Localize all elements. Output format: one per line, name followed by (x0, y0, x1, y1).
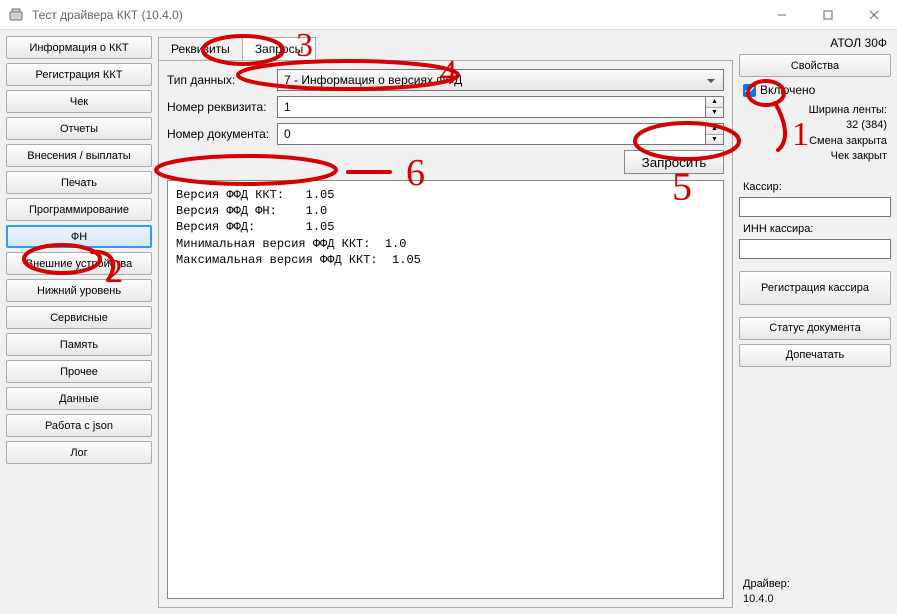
cashier-label: Кассир: (739, 179, 891, 193)
sidebar: Информация о ККТ Регистрация ККТ Чек Отчеты… (6, 36, 152, 608)
register-cashier-button[interactable]: Регистрация кассира (739, 271, 891, 305)
tab-body: Тип данных: 7 - Информация о версиях ФФД… (158, 60, 733, 608)
shift-status: Смена закрыта (739, 134, 887, 149)
sidebar-item-7[interactable]: ФН (6, 225, 152, 248)
sidebar-item-14[interactable]: Работа с json (6, 414, 152, 437)
driver-version: 10.4.0 (743, 592, 887, 606)
output-area: Версия ФФД ККТ: 1.05 Версия ФФД ФН: 1.0 … (167, 180, 724, 599)
receipt-status: Чек закрыт (739, 149, 887, 164)
data-type-select[interactable]: 7 - Информация о версиях ФФД (277, 69, 724, 91)
requisite-number-label: Номер реквизита: (167, 100, 271, 114)
sidebar-item-4[interactable]: Внесения / выплаты (6, 144, 152, 167)
sidebar-item-8[interactable]: Внешние устройства (6, 252, 152, 275)
enabled-label: Включено (760, 83, 815, 97)
sidebar-item-5[interactable]: Печать (6, 171, 152, 194)
app-icon (6, 5, 26, 25)
sidebar-item-2[interactable]: Чек (6, 90, 152, 113)
sidebar-item-3[interactable]: Отчеты (6, 117, 152, 140)
sidebar-item-9[interactable]: Нижний уровень (6, 279, 152, 302)
sidebar-item-12[interactable]: Прочее (6, 360, 152, 383)
right-panel: АТОЛ 30Ф Свойства Включено Ширина ленты:… (739, 36, 891, 608)
properties-button[interactable]: Свойства (739, 54, 891, 77)
titlebar: Тест драйвера ККТ (10.4.0) (0, 0, 897, 30)
enabled-checkbox[interactable] (743, 84, 756, 97)
tab-1[interactable]: Запросы (242, 37, 316, 60)
document-status-button[interactable]: Статус документа (739, 317, 891, 340)
document-number-label: Номер документа: (167, 127, 271, 141)
requisite-spinner[interactable]: ▲▼ (706, 96, 724, 118)
minimize-button[interactable] (759, 0, 805, 30)
tape-width-label: Ширина ленты: (739, 103, 887, 118)
sidebar-item-0[interactable]: Информация о ККТ (6, 36, 152, 59)
device-title: АТОЛ 30Ф (739, 36, 891, 50)
sidebar-item-11[interactable]: Память (6, 333, 152, 356)
cashier-input[interactable] (739, 197, 891, 217)
driver-label: Драйвер: (743, 577, 887, 591)
requisite-number-input[interactable] (277, 96, 706, 118)
sidebar-item-15[interactable]: Лог (6, 441, 152, 464)
cashier-inn-input[interactable] (739, 239, 891, 259)
sidebar-item-1[interactable]: Регистрация ККТ (6, 63, 152, 86)
tab-0[interactable]: Реквизиты (158, 37, 243, 60)
main-panel: РеквизитыЗапросы Тип данных: 7 - Информа… (158, 36, 733, 608)
document-number-input[interactable] (277, 123, 706, 145)
data-type-label: Тип данных: (167, 73, 271, 87)
request-button[interactable]: Запросить (624, 150, 724, 174)
tab-strip: РеквизитыЗапросы (158, 37, 733, 61)
data-type-value: 7 - Информация о версиях ФФД (284, 73, 462, 87)
sidebar-item-10[interactable]: Сервисные (6, 306, 152, 329)
tape-width-value: 32 (384) (739, 118, 887, 133)
document-spinner[interactable]: ▲▼ (706, 123, 724, 145)
cashier-inn-label: ИНН кассира: (739, 221, 891, 235)
close-button[interactable] (851, 0, 897, 30)
sidebar-item-6[interactable]: Программирование (6, 198, 152, 221)
sidebar-item-13[interactable]: Данные (6, 387, 152, 410)
window-title: Тест драйвера ККТ (10.4.0) (32, 8, 759, 22)
maximize-button[interactable] (805, 0, 851, 30)
reprint-button[interactable]: Допечатать (739, 344, 891, 367)
